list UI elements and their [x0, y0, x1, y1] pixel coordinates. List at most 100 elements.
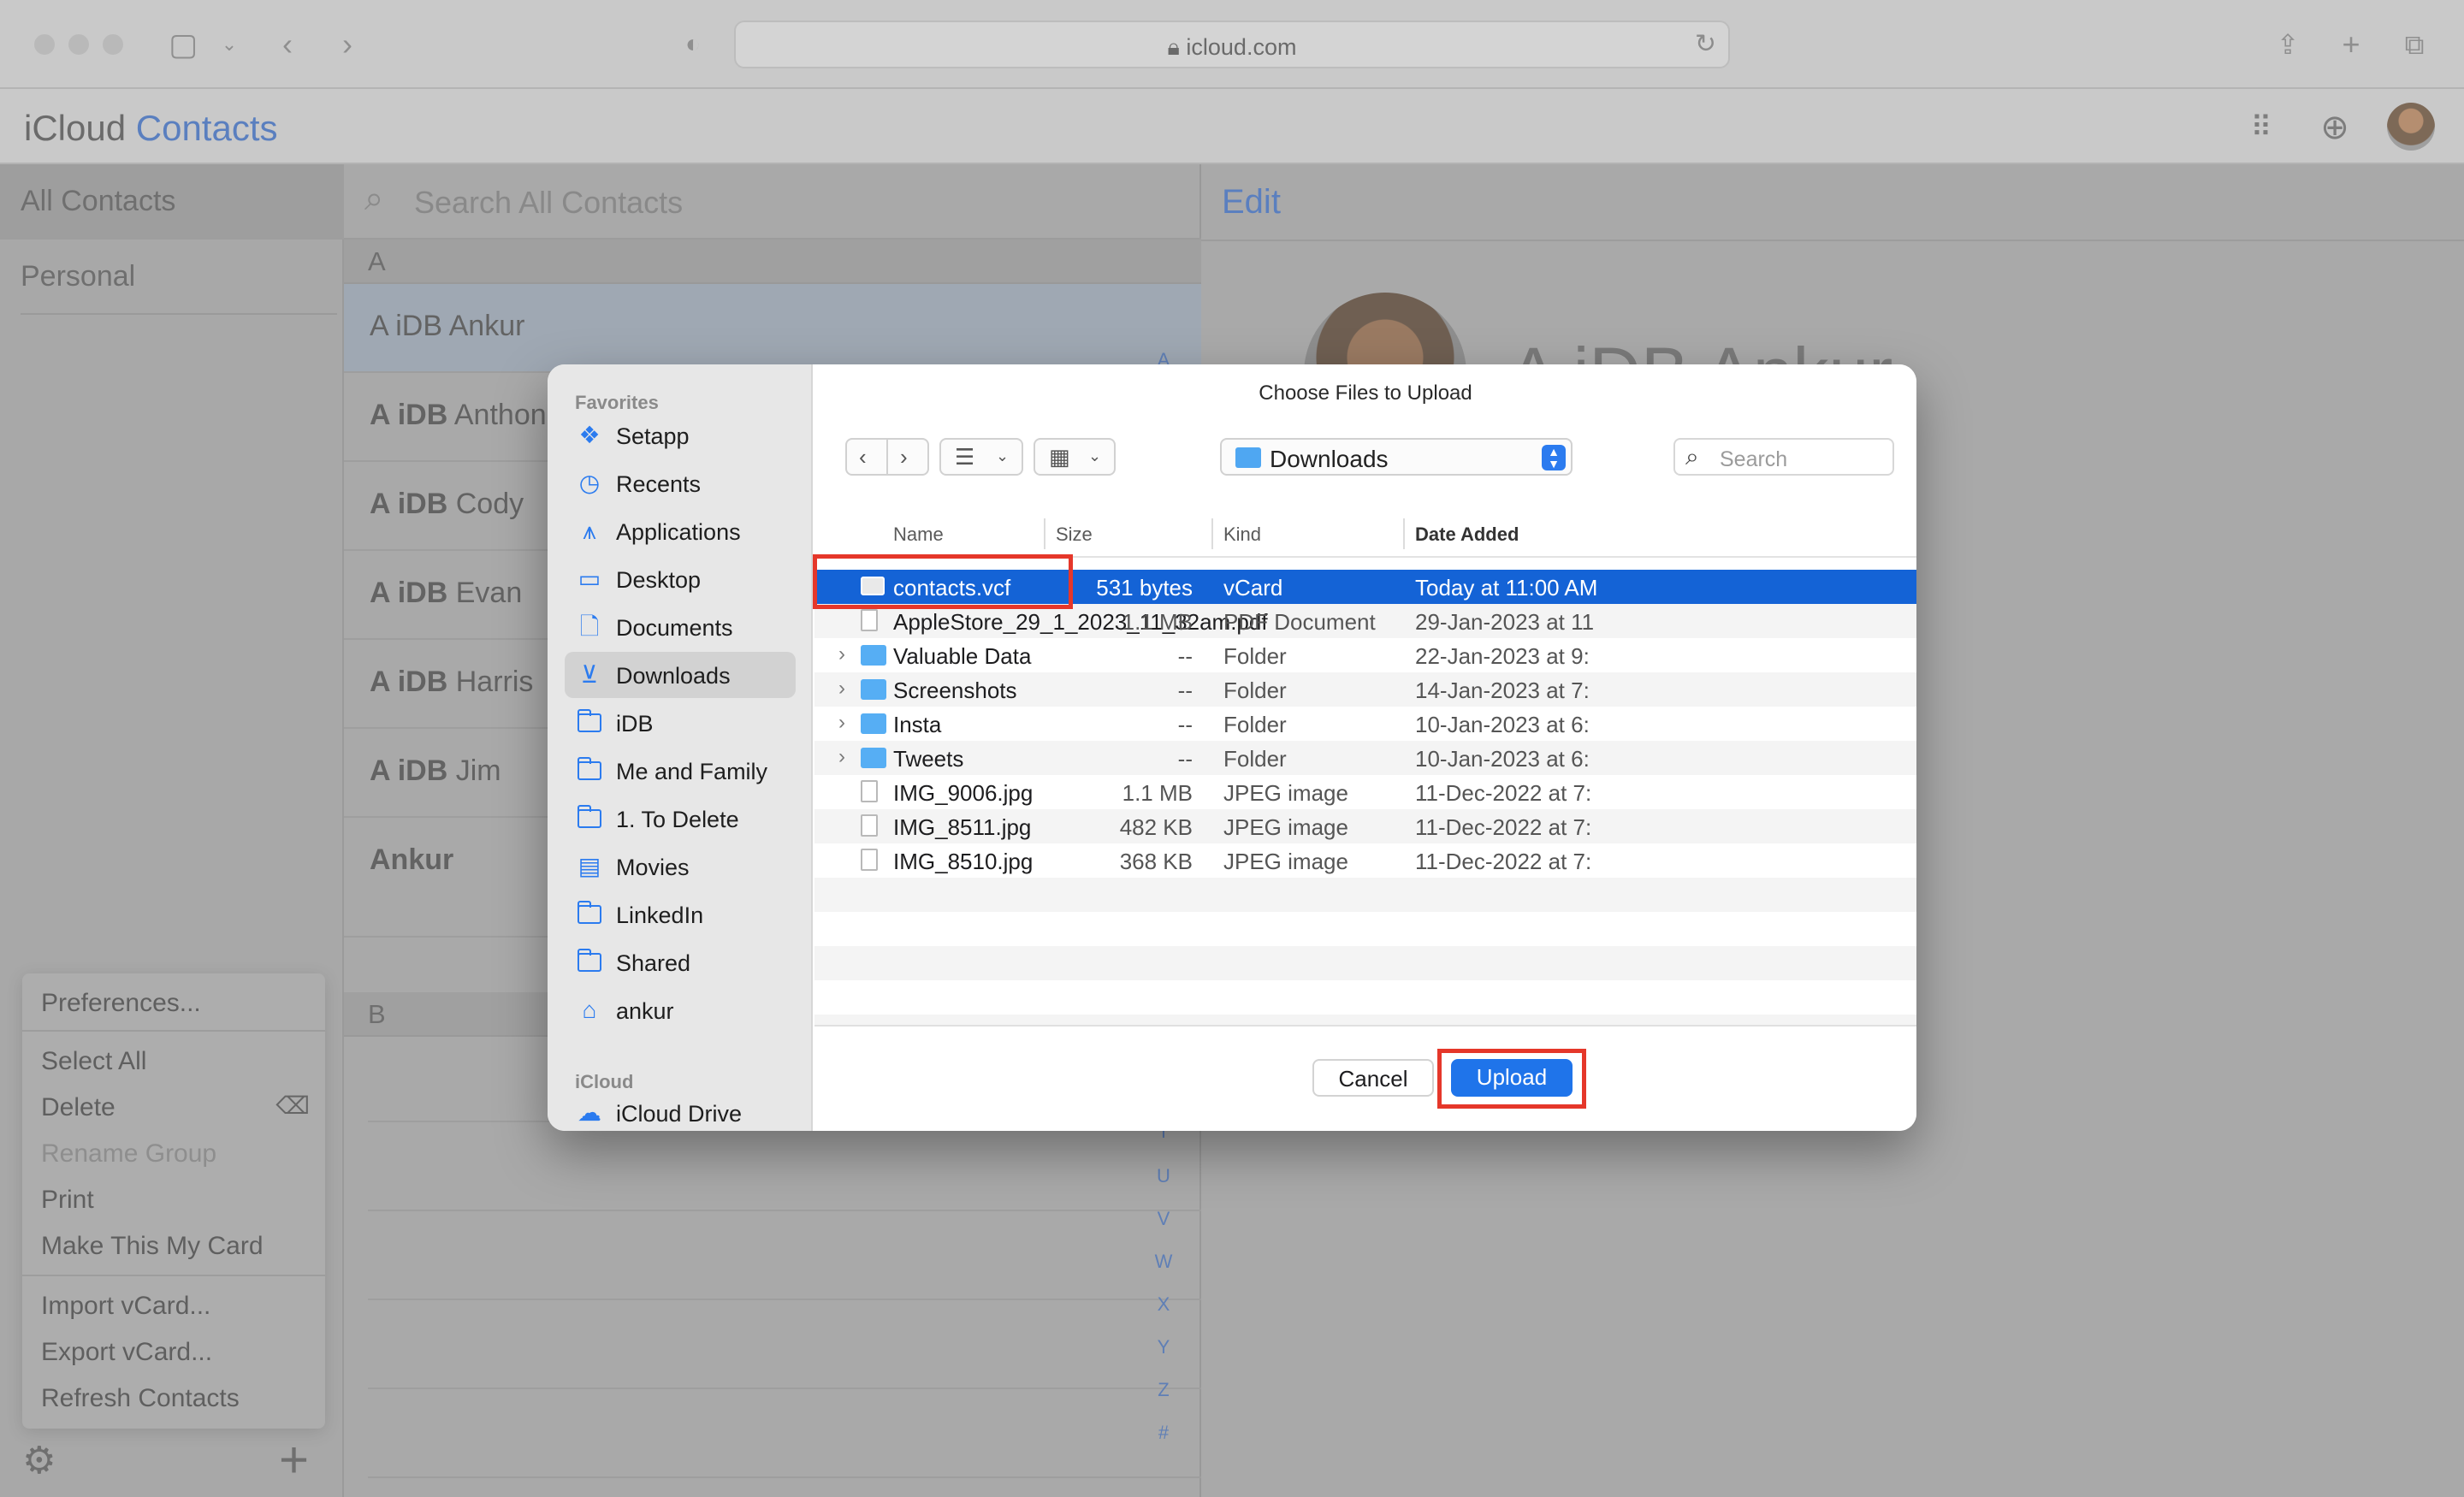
divider — [368, 1388, 1201, 1389]
grid-view-toggle[interactable]: ▦ ⌄ — [1034, 438, 1116, 476]
divider — [1211, 518, 1213, 549]
sidebar-item-icloud-drive[interactable]: ☁︎ iCloud Drive — [565, 1090, 796, 1131]
add-contact-icon[interactable]: + — [279, 1430, 309, 1489]
sidebar-item-recents[interactable]: ◷ Recents — [565, 460, 796, 506]
menu-item-export-vcard[interactable]: Export vCard... — [41, 1338, 212, 1367]
sidebar-item-linkedin[interactable]: LinkedIn — [565, 891, 796, 938]
sidebar-toggle-icon[interactable]: ▢ — [164, 26, 202, 63]
divider — [22, 1030, 325, 1032]
reload-icon[interactable]: ↻ — [1695, 29, 1716, 59]
address-bar[interactable]: 🔒︎ icloud.com ↻ — [734, 21, 1730, 68]
search-all-contacts[interactable]: ⌕ Search All Contacts — [344, 164, 1201, 240]
search-placeholder: Search — [1720, 447, 1788, 471]
zoom-window-button[interactable] — [103, 34, 123, 55]
group-all-contacts[interactable]: All Contacts — [0, 164, 344, 240]
folder-icon — [575, 708, 604, 737]
sidebar-item-to-delete[interactable]: 1. To Delete — [565, 796, 796, 842]
index-letter[interactable]: X — [1146, 1293, 1181, 1316]
menu-item-import-vcard[interactable]: Import vCard... — [41, 1292, 210, 1321]
menu-item-select-all[interactable]: Select All — [41, 1047, 146, 1076]
highlight-box-upload-button — [1437, 1049, 1586, 1109]
cloud-icon: ☁︎ — [578, 1099, 601, 1126]
home-icon: ⌂ — [582, 997, 597, 1023]
sidebar-item-setapp[interactable]: ❖ Setapp — [565, 412, 796, 459]
column-header-kind[interactable]: Kind — [1223, 512, 1261, 556]
menu-item-print[interactable]: Print — [41, 1186, 94, 1215]
sidebar-item-ankur[interactable]: ⌂ ankur — [565, 987, 796, 1033]
setapp-icon: ❖ — [578, 422, 601, 448]
edit-button[interactable]: Edit — [1222, 183, 1281, 222]
file-row[interactable]: IMG_8511.jpg 482 KB JPEG image 11-Dec-20… — [814, 809, 1916, 843]
group-personal[interactable]: Personal — [0, 240, 344, 315]
list-view-icon: ☰ — [955, 444, 975, 470]
add-circle-icon[interactable]: ⊕ — [2313, 106, 2356, 149]
disclosure-triangle-icon[interactable]: › — [838, 711, 845, 735]
menu-item-refresh[interactable]: Refresh Contacts — [41, 1384, 240, 1413]
folder-icon — [575, 756, 604, 785]
disclosure-triangle-icon[interactable]: › — [838, 745, 845, 769]
contact-row[interactable]: A iDB Ankur — [344, 284, 1201, 373]
tab-overview-icon[interactable]: ⧉ — [2396, 26, 2433, 63]
gear-icon[interactable]: ⚙ — [22, 1439, 56, 1482]
file-row[interactable]: › Tweets -- Folder 10-Jan-2023 at 6: — [814, 741, 1916, 775]
index-letter[interactable]: # — [1146, 1422, 1181, 1444]
forward-icon[interactable]: › — [329, 26, 366, 63]
file-row[interactable]: IMG_9006.jpg 1.1 MB JPEG image 11-Dec-20… — [814, 775, 1916, 809]
new-tab-icon[interactable]: + — [2332, 26, 2370, 63]
sidebar-item-desktop[interactable]: ▭ Desktop — [565, 556, 796, 602]
sidebar-item-applications[interactable]: ⩚ Applications — [565, 508, 796, 554]
index-letter[interactable]: Y — [1146, 1336, 1181, 1358]
sidebar-item-downloads[interactable]: ⊻ Downloads — [565, 652, 796, 698]
index-letter[interactable]: U — [1146, 1165, 1181, 1187]
column-header-size[interactable]: Size — [1056, 512, 1093, 556]
folder-icon — [575, 948, 604, 977]
minimize-window-button[interactable] — [68, 34, 89, 55]
file-row[interactable]: › Insta -- Folder 10-Jan-2023 at 6: — [814, 707, 1916, 741]
file-row[interactable]: IMG_8510.jpg 368 KB JPEG image 11-Dec-20… — [814, 843, 1916, 878]
index-letter[interactable]: W — [1146, 1251, 1181, 1273]
list-view-toggle[interactable]: ☰ ⌄ — [939, 438, 1023, 476]
highlight-box-selected-file — [813, 554, 1073, 609]
back-forward-control[interactable]: ‹ › — [845, 438, 929, 476]
sidebar-item-documents[interactable]: 🗋︎ Documents — [565, 604, 796, 650]
divider — [21, 313, 337, 315]
divider — [22, 1275, 325, 1276]
app-brand: iCloud Contacts — [24, 108, 278, 149]
dialog-search-input[interactable]: ⌕ Search — [1673, 438, 1894, 476]
menu-item-make-my-card[interactable]: Make This My Card — [41, 1232, 264, 1261]
index-letter[interactable]: Z — [1146, 1379, 1181, 1401]
divider — [368, 1299, 1201, 1300]
column-header-name[interactable]: Name — [893, 512, 944, 556]
index-letter[interactable]: V — [1146, 1208, 1181, 1230]
file-row[interactable]: › Valuable Data -- Folder 22-Jan-2023 at… — [814, 638, 1916, 672]
privacy-shield-icon[interactable]: ◐ — [674, 26, 712, 63]
film-icon: ▤ — [578, 853, 601, 879]
app-grid-icon[interactable]: ⠿ — [2240, 106, 2283, 149]
menu-item-preferences[interactable]: Preferences... — [41, 989, 201, 1018]
divider — [368, 1210, 1201, 1211]
sidebar-item-me-and-family[interactable]: Me and Family — [565, 748, 796, 794]
file-row[interactable]: › Screenshots -- Folder 14-Jan-2023 at 7… — [814, 672, 1916, 707]
close-window-button[interactable] — [34, 34, 55, 55]
column-header-date-added[interactable]: Date Added — [1415, 512, 1519, 556]
search-icon: ⌕ — [364, 180, 384, 217]
share-icon[interactable]: ⇪ — [2269, 26, 2307, 63]
sidebar-item-idb[interactable]: iDB — [565, 700, 796, 746]
disclosure-triangle-icon[interactable]: › — [838, 677, 845, 701]
empty-row — [814, 946, 1916, 980]
avatar[interactable] — [2387, 103, 2435, 151]
back-icon[interactable]: ‹ — [859, 444, 867, 470]
divider — [1044, 518, 1045, 549]
location-popup[interactable]: Downloads ▲ ▼ — [1220, 438, 1573, 476]
chevron-down-icon[interactable]: ⌄ — [210, 26, 248, 63]
file-row[interactable]: AppleStore_29_1_2023_11_32am.pdf 1.1 MB … — [814, 604, 1916, 638]
sidebar-item-shared[interactable]: Shared — [565, 939, 796, 985]
app-header: iCloud Contacts ⠿ ⊕ — [0, 89, 2464, 164]
back-icon[interactable]: ‹ — [269, 26, 306, 63]
empty-row — [814, 980, 1916, 1015]
sidebar-item-movies[interactable]: ▤ Movies — [565, 843, 796, 890]
cancel-button[interactable]: Cancel — [1312, 1059, 1434, 1097]
disclosure-triangle-icon[interactable]: › — [838, 642, 845, 666]
menu-item-delete[interactable]: Delete — [41, 1093, 116, 1122]
forward-icon[interactable]: › — [900, 444, 908, 470]
